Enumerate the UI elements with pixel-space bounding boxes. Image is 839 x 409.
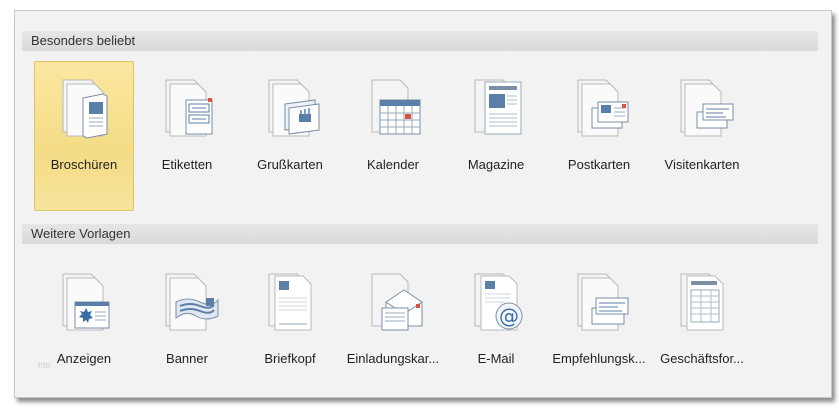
more-templates-grid: Anzeigen Banner Briefkopf Einladungskar.… (34, 255, 755, 375)
tile-greeting-cards[interactable]: Grußkarten (240, 61, 340, 211)
tile-label: Banner (166, 351, 208, 366)
tile-business-forms[interactable]: Geschäftsfor... (652, 255, 752, 375)
tile-calendar[interactable]: Kalender (343, 61, 443, 211)
letterhead-icon (268, 273, 312, 331)
greeting-card-icon (268, 79, 320, 137)
advertisement-icon (62, 273, 110, 331)
business-card-icon (680, 79, 734, 137)
tile-label: Briefkopf (264, 351, 316, 366)
magazine-icon (474, 79, 522, 135)
watermark: hto (38, 360, 51, 370)
tile-label: Kalender (366, 157, 420, 172)
tile-advertisements[interactable]: Anzeigen (34, 255, 134, 375)
popular-templates-grid: Broschüren Etiketten Grußkarten Kalender… (34, 61, 755, 211)
tile-label: Postkarten (567, 157, 631, 172)
tile-label: Grußkarten (257, 157, 323, 172)
tile-label: Magazine (467, 157, 525, 172)
tile-label: Einladungskar... (346, 351, 440, 366)
tile-letterhead[interactable]: Briefkopf (240, 255, 340, 375)
brochure-icon (62, 79, 108, 139)
tile-email[interactable]: @ E-Mail (446, 255, 546, 375)
tile-brochures[interactable]: Broschüren (34, 61, 134, 211)
tile-label: Empfehlungsk... (552, 351, 646, 366)
tile-label: Visitenkarten (664, 157, 740, 172)
tile-banner[interactable]: Banner (137, 255, 237, 375)
email-icon: @ (474, 273, 523, 331)
tile-referral-cards[interactable]: Empfehlungsk... (549, 255, 649, 375)
tile-labels[interactable]: Etiketten (137, 61, 237, 211)
referral-card-icon (577, 273, 629, 331)
tile-postcards[interactable]: Postkarten (549, 61, 649, 211)
business-form-icon (680, 273, 724, 331)
section-title: Weitere Vorlagen (31, 226, 131, 241)
section-header-popular: Besonders beliebt (22, 31, 818, 51)
tile-label: Geschäftsfor... (660, 351, 744, 366)
tile-business-cards[interactable]: Visitenkarten (652, 61, 752, 211)
calendar-icon (371, 79, 421, 135)
tile-invitation-cards[interactable]: Einladungskar... (343, 255, 443, 375)
tile-magazines[interactable]: Magazine (446, 61, 546, 211)
invitation-card-icon (371, 273, 423, 331)
labels-icon (165, 79, 213, 137)
tile-label: Broschüren (50, 157, 118, 172)
section-title: Besonders beliebt (31, 33, 136, 48)
svg-text:@: @ (499, 304, 519, 328)
postcard-icon (577, 79, 629, 137)
banner-icon (165, 273, 219, 331)
section-header-more-templates: Weitere Vorlagen (22, 224, 818, 244)
tile-label: Etiketten (161, 157, 213, 172)
tile-label: E-Mail (477, 351, 515, 366)
